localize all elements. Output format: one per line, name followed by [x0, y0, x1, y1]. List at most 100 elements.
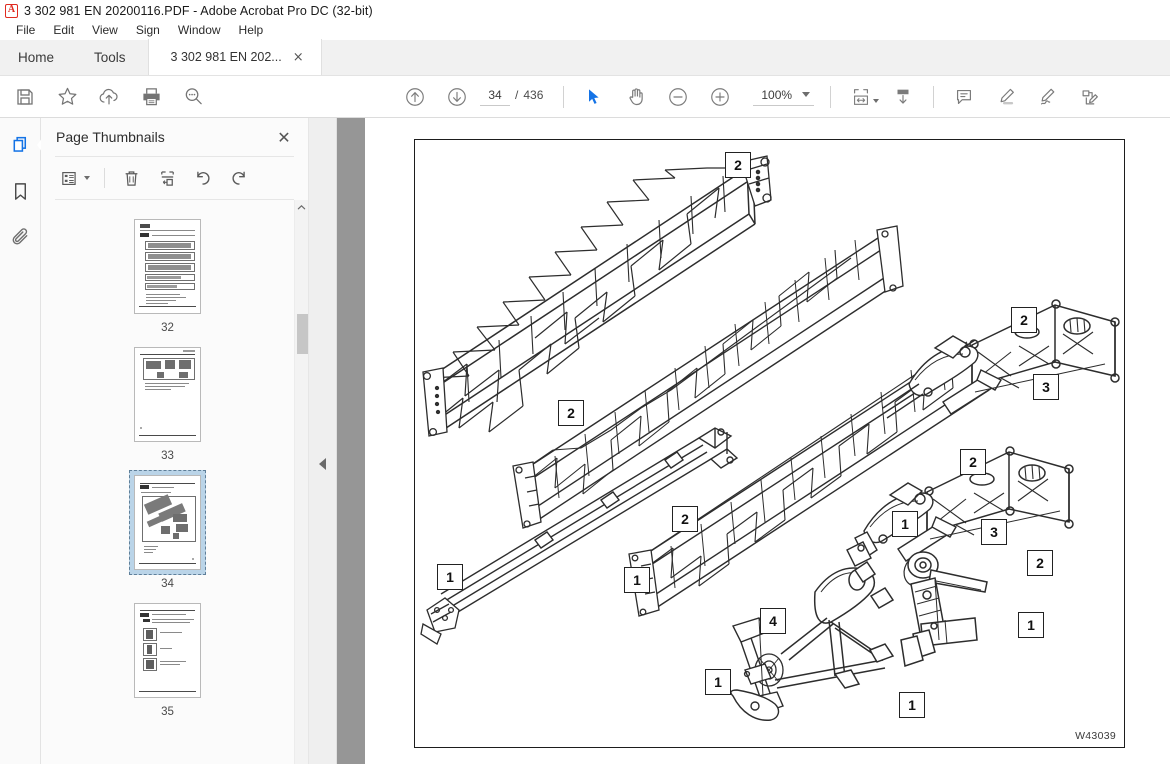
zoom-out-button[interactable]: [657, 76, 699, 118]
menu-item-view[interactable]: View: [83, 21, 127, 40]
chevron-down-icon[interactable]: [802, 92, 811, 97]
thumbnail-page-number: 32: [161, 322, 174, 334]
callout-marker: 2: [725, 152, 751, 178]
chevron-down-icon[interactable]: [873, 98, 880, 103]
highlight-text-button[interactable]: [985, 76, 1027, 118]
upload-to-cloud-button[interactable]: [88, 76, 130, 118]
fit-page-width-button[interactable]: [840, 76, 882, 118]
menu-item-help[interactable]: Help: [230, 21, 273, 40]
collapse-left-arrow-icon[interactable]: [319, 458, 326, 470]
tab-document-label: 3 302 981 EN 202...: [170, 50, 282, 64]
scrollbar-thumb[interactable]: [297, 314, 308, 354]
acrobat-logo-icon: [5, 3, 18, 18]
figure-reference-label: W43039: [1075, 730, 1116, 742]
toolbar-divider-2: [830, 85, 832, 108]
tab-close-icon[interactable]: ×: [290, 49, 307, 66]
sign-document-button[interactable]: [1027, 76, 1069, 118]
acrobat-window: 3 302 981 EN 20200116.PDF - Adobe Acroba…: [0, 0, 1170, 764]
thumbnail-box[interactable]: [129, 214, 206, 319]
callout-marker: 1: [892, 511, 918, 537]
extract-pages-button[interactable]: [150, 162, 184, 194]
main-body: Page Thumbnails ✕ 32 33 34 35 2 2 2 3 2 …: [0, 118, 1170, 764]
document-gutter: [337, 118, 365, 764]
toolbar-navigation-group: / 436: [394, 76, 545, 118]
menu-item-window[interactable]: Window: [169, 21, 230, 40]
pdf-page[interactable]: 2 2 2 3 2 3 1 2 1 2 1 1 4 1 1 W43039: [414, 139, 1125, 748]
menu-item-sign[interactable]: Sign: [127, 21, 169, 40]
tab-tools-label: Tools: [94, 49, 126, 65]
thumbnail-page-number: 34: [161, 578, 174, 590]
panel-splitter[interactable]: [309, 118, 337, 764]
select-tool-button[interactable]: [573, 76, 615, 118]
page-thumbnails-rail-button[interactable]: [3, 128, 45, 162]
thumbnail-scrollbar[interactable]: [294, 200, 308, 764]
thumbnail-box[interactable]: [129, 598, 206, 703]
scroll-mode-button[interactable]: [882, 76, 924, 118]
thumbnail-list: 32 33 34 35: [41, 200, 308, 764]
callout-marker: 1: [1018, 612, 1044, 638]
toolbar-divider-1: [563, 85, 565, 108]
previous-page-button[interactable]: [394, 76, 436, 118]
add-comment-button[interactable]: [943, 76, 985, 118]
thumbnail-box[interactable]: [129, 342, 206, 447]
callout-marker: 3: [1033, 374, 1059, 400]
main-toolbar: / 436: [0, 76, 1170, 118]
menu-item-edit[interactable]: Edit: [44, 21, 83, 40]
add-to-favorites-button[interactable]: [46, 76, 88, 118]
print-button[interactable]: [130, 76, 172, 118]
thumbnail-page-number: 33: [161, 450, 174, 462]
callout-marker: 4: [760, 608, 786, 634]
page-separator: /: [515, 87, 519, 102]
panel-toolbar-divider: [104, 168, 105, 188]
toolbar-view-group: [840, 76, 924, 118]
scroll-up-arrow-icon[interactable]: [295, 200, 308, 215]
delete-pages-button[interactable]: [114, 162, 148, 194]
bookmarks-rail-button[interactable]: [3, 174, 37, 208]
chevron-down-icon[interactable]: [83, 176, 90, 180]
callout-marker: 2: [672, 506, 698, 532]
thumbnail-page-32: [134, 219, 201, 314]
rotate-clockwise-button[interactable]: [222, 162, 256, 194]
zoom-in-button[interactable]: [699, 76, 741, 118]
panel-toolbar: [41, 157, 308, 199]
navigation-rail: [0, 118, 45, 764]
tab-home-label: Home: [18, 49, 55, 65]
document-viewport[interactable]: 2 2 2 3 2 3 1 2 1 2 1 1 4 1 1 W43039: [337, 118, 1170, 764]
current-page-input[interactable]: [480, 87, 510, 106]
total-pages-label: 436: [523, 87, 544, 102]
thumbnail-box-selected[interactable]: [129, 470, 206, 575]
thumbnail-size-options-button[interactable]: [55, 162, 95, 194]
callout-marker: 2: [558, 400, 584, 426]
save-button[interactable]: [4, 76, 46, 118]
tab-tools[interactable]: Tools: [76, 39, 148, 75]
page-navigation-field[interactable]: / 436: [480, 87, 544, 106]
thumbnail-page-34: [134, 475, 201, 570]
callout-marker: 1: [705, 669, 731, 695]
list-item[interactable]: 33: [41, 342, 294, 462]
hand-tool-button[interactable]: [615, 76, 657, 118]
menu-item-file[interactable]: File: [7, 21, 44, 40]
next-page-button[interactable]: [436, 76, 478, 118]
tab-strip: Home Tools 3 302 981 EN 202... ×: [0, 39, 1170, 76]
toolbar-divider-3: [933, 85, 935, 108]
list-item[interactable]: 35: [41, 598, 294, 718]
list-item[interactable]: 34: [41, 470, 294, 590]
callout-marker: 2: [1027, 550, 1053, 576]
rotate-counterclockwise-button[interactable]: [186, 162, 220, 194]
list-item[interactable]: 32: [41, 214, 294, 334]
tab-document[interactable]: 3 302 981 EN 202... ×: [147, 39, 322, 75]
fill-and-sign-button[interactable]: [1069, 76, 1111, 118]
panel-header: Page Thumbnails ✕: [41, 118, 308, 156]
tab-home[interactable]: Home: [0, 39, 76, 75]
thumbnail-page-33: [134, 347, 201, 442]
close-icon[interactable]: ✕: [273, 126, 295, 148]
toolbar-annotation-group: [943, 76, 1111, 118]
attachments-rail-button[interactable]: [3, 220, 37, 254]
toolbar-tools-group: 100%: [573, 76, 816, 118]
zoom-level-selector[interactable]: 100%: [753, 87, 815, 106]
zoom-level-value: 100%: [761, 87, 793, 102]
panel-title: Page Thumbnails: [56, 129, 165, 145]
page-thumbnails-panel: Page Thumbnails ✕ 32 33 34 35: [41, 118, 309, 764]
find-button[interactable]: [172, 76, 214, 118]
thumbnail-page-35: [134, 603, 201, 698]
